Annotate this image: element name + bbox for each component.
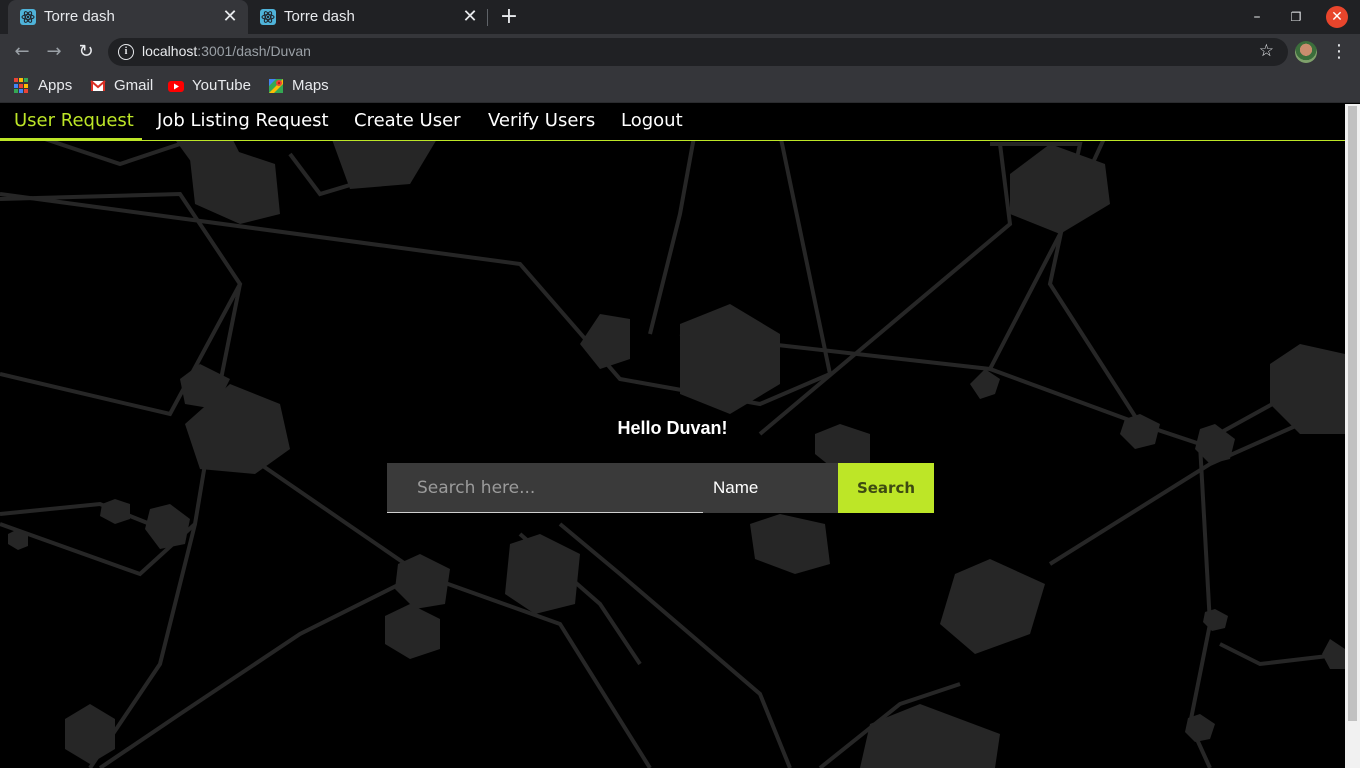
active-nav-underline <box>0 138 142 141</box>
gmail-icon <box>90 80 106 91</box>
nav-verify-users[interactable]: Verify Users <box>488 110 595 131</box>
bookmark-label: Apps <box>38 77 73 94</box>
window-close-icon[interactable]: ✕ <box>1326 6 1348 28</box>
tab-close-icon[interactable]: ✕ <box>220 6 240 26</box>
back-arrow-icon[interactable]: ← <box>10 40 34 64</box>
page-scrollbar[interactable] <box>1345 104 1360 768</box>
bookmark-maps[interactable]: Maps <box>268 76 338 96</box>
search-button[interactable]: Search <box>838 463 934 513</box>
browser-tab[interactable]: Torre dash ✕ <box>248 0 488 34</box>
address-url[interactable]: localhost:3001/dash/Duvan <box>142 43 311 59</box>
bookmark-gmail[interactable]: Gmail <box>90 76 160 96</box>
tab-title: Torre dash <box>44 8 115 25</box>
bookmarks-bar: Apps Gmail YouTube Maps <box>0 70 1360 103</box>
new-tab-icon[interactable]: + <box>498 6 520 28</box>
address-bar[interactable]: i localhost:3001/dash/Duvan ☆ <box>108 38 1288 66</box>
tab-title: Torre dash <box>284 8 355 25</box>
bookmark-star-icon[interactable]: ☆ <box>1259 41 1274 61</box>
bookmark-apps[interactable]: Apps <box>14 76 84 96</box>
restore-icon[interactable]: ❐ <box>1285 6 1307 28</box>
browser-tab-strip: Torre dash ✕ Torre dash ✕ + – ❐ ✕ <box>0 0 1360 34</box>
forward-arrow-icon[interactable]: → <box>42 40 66 64</box>
reload-icon[interactable]: ↻ <box>74 40 98 64</box>
apps-grid-icon <box>14 78 30 94</box>
search-filter-select[interactable]: Name <box>703 463 838 513</box>
tab-separator <box>487 9 488 26</box>
nav-job-listing-request[interactable]: Job Listing Request <box>157 110 329 131</box>
bookmark-label: Maps <box>292 77 329 94</box>
search-form: Name Search <box>387 463 934 513</box>
bookmark-label: YouTube <box>192 77 251 94</box>
bookmark-label: Gmail <box>114 77 154 94</box>
react-favicon-icon <box>20 9 36 25</box>
youtube-icon <box>168 81 184 92</box>
profile-avatar[interactable] <box>1295 41 1317 63</box>
greeting-text: Hello Duvan! <box>617 418 728 438</box>
app-nav-bar: User Request Job Listing Request Create … <box>0 104 1345 141</box>
nav-user-request[interactable]: User Request <box>14 110 134 131</box>
browser-toolbar: ← → ↻ i localhost:3001/dash/Duvan ☆ <box>0 34 1360 70</box>
tab-close-icon[interactable]: ✕ <box>460 6 480 26</box>
minimize-icon[interactable]: – <box>1246 6 1268 28</box>
site-info-icon[interactable]: i <box>118 44 134 60</box>
maps-icon <box>269 79 283 93</box>
search-input[interactable] <box>387 463 703 513</box>
scrollbar-thumb[interactable] <box>1348 106 1357 721</box>
nav-logout[interactable]: Logout <box>621 110 683 131</box>
react-favicon-icon <box>260 9 276 25</box>
browser-menu-icon[interactable]: ⋮ <box>1330 40 1348 64</box>
page-viewport: User Request Job Listing Request Create … <box>0 104 1345 768</box>
bookmark-youtube[interactable]: YouTube <box>168 76 258 96</box>
nav-create-user[interactable]: Create User <box>354 110 461 131</box>
browser-tab-active[interactable]: Torre dash ✕ <box>8 0 248 34</box>
